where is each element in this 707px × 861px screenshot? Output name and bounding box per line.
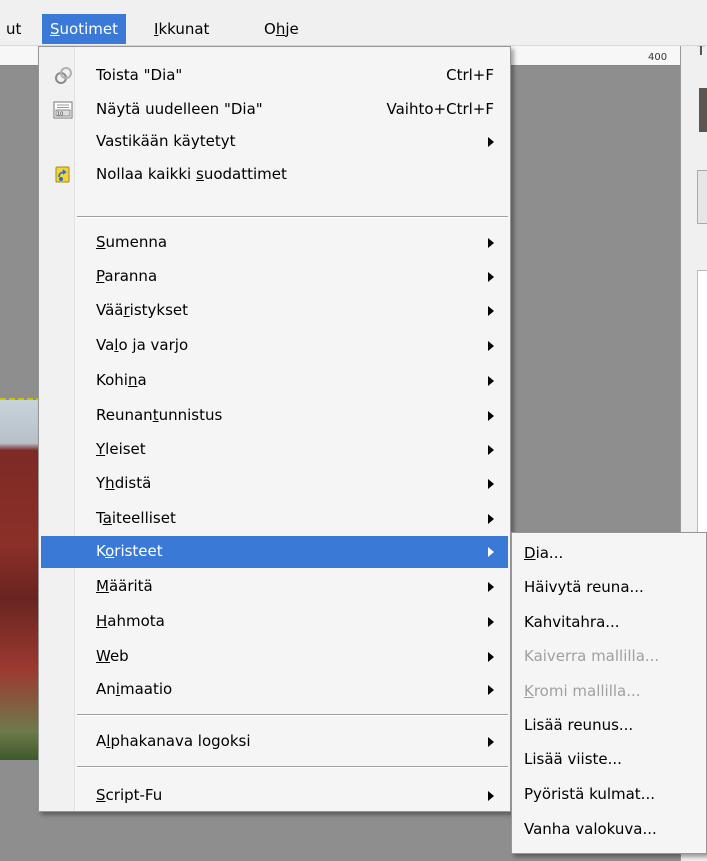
menu-item-web[interactable]: Web [41, 641, 508, 673]
submenu-item-label: Dia... [524, 544, 564, 562]
submenu-arrow-icon [488, 582, 494, 592]
submenu-item-kromi-mallilla: Kromi mallilla... [514, 676, 704, 708]
menu-item-label: Vääristykset [96, 301, 189, 319]
submenu-item-label: Lisää viiste... [524, 750, 622, 768]
menu-item-vääristykset[interactable]: Vääristykset [41, 295, 508, 327]
submenu-arrow-icon [488, 341, 494, 351]
dock-button[interactable] [697, 170, 707, 224]
menu-item-label: Sumenna [96, 233, 168, 251]
menu-item-vastikään-käytetyt[interactable]: Vastikään käytetyt [41, 126, 508, 158]
menu-item-label: Vastikään käytetyt [96, 132, 236, 150]
submenu-item-dia[interactable]: Dia... [514, 538, 704, 570]
menu-item-animaatio[interactable]: Animaatio [41, 674, 508, 706]
submenu-arrow-icon [488, 479, 494, 489]
menu-item-label: Reunantunnistus [96, 406, 223, 424]
dock-title: T [697, 44, 705, 59]
menubar-item-prev[interactable]: ut [0, 14, 29, 44]
submenu-item-label: Häivytä reuna... [524, 578, 644, 596]
submenu-arrow-icon [488, 737, 494, 747]
menu-item-label: Kohina [96, 371, 147, 389]
menu-item-label: Nollaa kaikki suodattimet [96, 165, 287, 183]
menu-item-kohina[interactable]: Kohina [41, 365, 508, 397]
submenu-item-label: Pyöristä kulmat... [524, 785, 655, 803]
svg-text:10: 10 [57, 112, 63, 118]
menubar: ut Suotimet Ikkunat Ohje [0, 0, 707, 46]
menu-item-label: Alphakanava logoksi [96, 732, 251, 750]
submenu-item-label: Kahvitahra... [524, 613, 620, 631]
menu-item-shortcut: Ctrl+F [446, 66, 494, 84]
submenu-item-lisää-viiste[interactable]: Lisää viiste... [514, 744, 704, 776]
submenu-arrow-icon [488, 137, 494, 147]
repeat-filter-icon [53, 66, 73, 86]
menu-item-paranna[interactable]: Paranna [41, 261, 508, 293]
menu-item-label: Valo ja varjo [96, 336, 189, 354]
dock-thumbnail[interactable] [699, 88, 707, 132]
submenu-item-kaiverra-mallilla: Kaiverra mallilla... [514, 641, 704, 673]
selection-border [0, 398, 42, 762]
menu-item-label: Määritä [96, 577, 153, 595]
menu-item-näytä-uudelleen-dia[interactable]: 10 Näytä uudelleen "Dia" Vaihto+Ctrl+F [41, 94, 508, 126]
submenu-arrow-icon [488, 376, 494, 386]
submenu-arrow-icon [488, 652, 494, 662]
reshow-filter-icon: 10 [53, 100, 73, 120]
submenu-arrow-icon [488, 306, 494, 316]
submenu-item-kahvitahra[interactable]: Kahvitahra... [514, 607, 704, 639]
submenu-arrow-icon [488, 411, 494, 421]
menu-item-label: Koristeet [96, 542, 163, 560]
menu-item-taiteelliset[interactable]: Taiteelliset [41, 503, 508, 535]
menu-item-label: Yhdistä [96, 474, 152, 492]
menu-separator [77, 714, 508, 716]
menu-item-toista-dia[interactable]: Toista "Dia" Ctrl+F [41, 60, 508, 92]
menu-item-label: Hahmota [96, 612, 165, 630]
menu-item-label: Animaatio [96, 680, 173, 698]
filters-menu: Toista "Dia" Ctrl+F 10 Näytä uudelleen "Dia… [38, 46, 511, 812]
submenu-item-label: Kaiverra mallilla... [524, 647, 660, 665]
menu-item-valo-ja-varjo[interactable]: Valo ja varjo [41, 330, 508, 362]
menu-item-määritä[interactable]: Määritä [41, 571, 508, 603]
menubar-item-suotimet[interactable]: Suotimet [42, 14, 126, 44]
submenu-arrow-icon [488, 272, 494, 282]
submenu-arrow-icon [488, 685, 494, 695]
submenu-arrow-icon [488, 547, 494, 557]
menu-separator [77, 766, 508, 768]
submenu-item-vanha-valokuva[interactable]: Vanha valokuva... [514, 814, 704, 846]
menu-item-label: Script-Fu [96, 786, 163, 804]
menu-separator [77, 216, 508, 218]
submenu-item-lisää-reunus[interactable]: Lisää reunus... [514, 710, 704, 742]
decor-submenu: Dia... Häivytä reuna... Kahvitahra... Kaive… [511, 532, 707, 854]
submenu-arrow-icon [488, 791, 494, 801]
menu-item-sumenna[interactable]: Sumenna [41, 227, 508, 259]
menu-item-yhdistä[interactable]: Yhdistä [41, 468, 508, 500]
submenu-item-label: Kromi mallilla... [524, 682, 641, 700]
menu-item-hahmota[interactable]: Hahmota [41, 606, 508, 638]
submenu-item-label: Lisää reunus... [524, 716, 634, 734]
menu-item-label: Web [96, 647, 129, 665]
menu-item-alphakanava-logoksi[interactable]: Alphakanava logoksi [41, 726, 508, 758]
ruler-tick-label: 400 [648, 52, 668, 63]
submenu-arrow-icon [488, 445, 494, 455]
menu-item-shortcut: Vaihto+Ctrl+F [386, 100, 494, 118]
menubar-item-ikkunat[interactable]: Ikkunat [146, 14, 217, 44]
menu-item-nollaa-kaikki-suodattimet[interactable]: Nollaa kaikki suodattimet [41, 159, 508, 191]
menu-item-reunantunnistus[interactable]: Reunantunnistus [41, 400, 508, 432]
menu-item-yleiset[interactable]: Yleiset [41, 434, 508, 466]
menu-item-label: Paranna [96, 267, 158, 285]
reset-filters-icon [53, 165, 73, 185]
menu-item-label: Toista "Dia" [96, 66, 183, 84]
menu-item-label: Yleiset [96, 440, 146, 458]
submenu-arrow-icon [488, 514, 494, 524]
menu-item-label: Näytä uudelleen "Dia" [96, 100, 263, 118]
submenu-arrow-icon [488, 238, 494, 248]
submenu-item-häivytä-reuna[interactable]: Häivytä reuna... [514, 572, 704, 604]
menu-item-koristeet[interactable]: Koristeet [41, 536, 508, 568]
submenu-item-label: Vanha valokuva... [524, 820, 657, 838]
menubar-item-ohje[interactable]: Ohje [256, 14, 307, 44]
submenu-arrow-icon [488, 617, 494, 627]
menu-item-label: Taiteelliset [96, 509, 176, 527]
submenu-item-pyöristä-kulmat[interactable]: Pyöristä kulmat... [514, 779, 704, 811]
menu-item-script-fu[interactable]: Script-Fu [41, 780, 508, 812]
